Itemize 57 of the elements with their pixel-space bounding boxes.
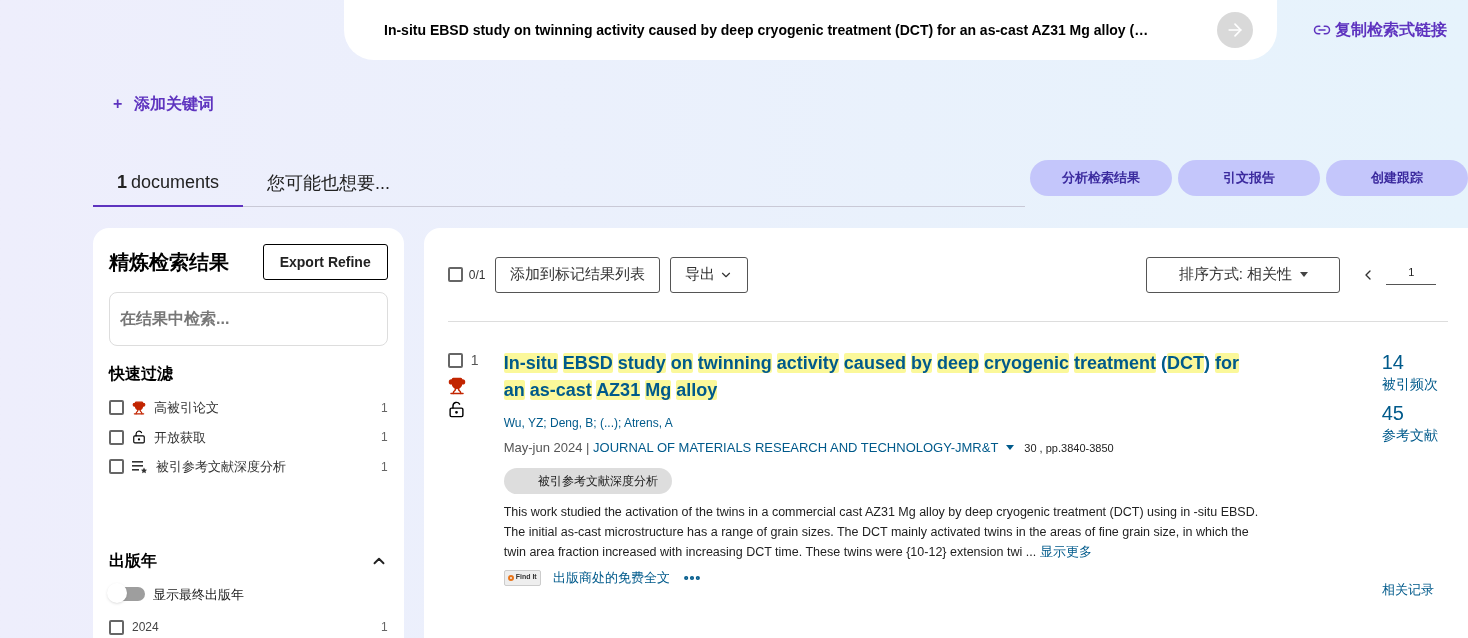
filter-label: 被引参考文献深度分析	[156, 458, 287, 476]
result-tab[interactable]: 1 documents	[93, 160, 244, 207]
checkbox[interactable]	[447, 267, 463, 282]
publication-date: May-jun 2024 |	[503, 439, 591, 457]
padlock-icon	[132, 430, 146, 445]
author-link[interactable]: (...)	[600, 416, 618, 430]
checkbox[interactable]	[109, 459, 124, 475]
show-more-link[interactable]: 显示更多	[1039, 544, 1092, 559]
export-refine-button[interactable]: Export Refine	[262, 244, 388, 280]
filter-label: 开放获取	[154, 428, 207, 447]
record-number: 1	[470, 351, 479, 370]
year-label: 2024	[132, 619, 160, 636]
toggle-label: 显示最终出版年	[153, 585, 244, 604]
add-to-marked-button[interactable]: 添加到标记结果列表	[495, 256, 661, 293]
panel-title: 精炼检索结果	[109, 250, 229, 275]
list-star-icon	[132, 459, 148, 474]
action-button[interactable]: 引文报告	[1178, 160, 1320, 196]
caret-icon[interactable]	[1006, 445, 1015, 451]
filter-count: 1	[381, 458, 388, 476]
times-cited-label[interactable]: 被引频次	[1381, 374, 1438, 395]
checkbox[interactable]	[109, 400, 124, 416]
checkbox[interactable]	[109, 619, 124, 635]
page-field[interactable]: 1	[1386, 263, 1437, 286]
search-bar[interactable]: In-situ EBSD study on twinning activity caused by deep cryogenic treatment (DCT) for an as-cast AZ31 Mg alloy (…	[344, 0, 1277, 60]
export-button[interactable]: 导出	[670, 256, 749, 293]
checkbox[interactable]	[447, 353, 463, 368]
action-button[interactable]: 分析检索结果	[1030, 160, 1172, 196]
refine-search-field[interactable]: 在结果中检索...	[109, 292, 388, 346]
related-records-link[interactable]: 相关记录	[1381, 580, 1438, 600]
filter-count: 1	[381, 429, 388, 447]
volume-pages: 30 , pp.3840-3850	[1024, 440, 1114, 456]
record-title[interactable]: In-situ EBSD study on twinning activity caused by deep cryogenic treatment (DCT) for an as-cast AZ31 Mg alloy	[503, 350, 1244, 404]
section-title: 出版年	[109, 550, 157, 571]
filter-count: 1	[381, 619, 388, 636]
references-count[interactable]: 45	[1381, 401, 1438, 425]
sort-dropdown[interactable]: 排序方式: 相关性	[1146, 256, 1341, 293]
section-title: 快速过滤	[109, 364, 174, 384]
times-cited-count[interactable]: 14	[1381, 350, 1438, 374]
result-tab[interactable]: 您可能也想要...	[243, 160, 415, 207]
filter-count: 1	[381, 399, 388, 417]
copy-link[interactable]: 复制检索式链接	[1313, 18, 1447, 42]
deep-analysis-badge[interactable]: 被引参考文献深度分析	[503, 467, 672, 494]
author-link[interactable]: Atrens, A	[624, 416, 673, 430]
add-keyword-link[interactable]: + 添加关键词	[113, 92, 215, 116]
filter-label: 高被引论文	[154, 399, 220, 417]
search-query: In-situ EBSD study on twinning activity caused by deep cryogenic treatment (DCT) for an as-cast AZ31 Mg alloy (…	[384, 20, 1150, 40]
action-button[interactable]: 创建跟踪	[1326, 160, 1468, 196]
references-label[interactable]: 参考文献	[1381, 425, 1438, 446]
separator: ;	[618, 416, 623, 430]
separator: ;	[543, 416, 548, 430]
abstract: This work studied the activation of the twins in a commercial cast AZ31 Mg alloy by deep cryogenic treatment (DCT) using in -situ EBSD. The initial as-cast microstructure has a range of grain sizes. The DCT mainly activated twins in the areas of fine grain size, in which the twin area fraction increased with increasing DCT time. These twins were {10-12} extension twi ... 显示更多	[503, 503, 1259, 561]
select-count: 0/1	[468, 266, 486, 284]
checkbox[interactable]	[109, 429, 124, 445]
separator: ;	[593, 416, 598, 430]
journal-link[interactable]: JOURNAL OF MATERIALS RESEARCH AND TECHNOLOGY-JMR&T	[593, 438, 999, 458]
trophy-icon	[132, 400, 146, 415]
free-full-text-link[interactable]: 出版商处的免费全文	[552, 567, 670, 588]
